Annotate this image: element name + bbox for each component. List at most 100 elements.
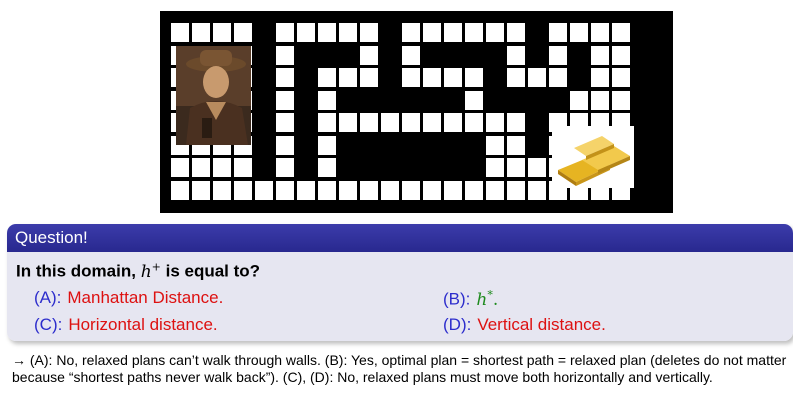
maze-cell: [612, 23, 630, 42]
maze-cell: [339, 181, 357, 200]
maze-cell: [465, 91, 483, 110]
maze-cell: [318, 113, 336, 132]
maze-cell: [276, 158, 294, 177]
maze-cell: [339, 68, 357, 87]
maze-cell: [213, 181, 231, 200]
maze-cell: [423, 113, 441, 132]
maze-cell: [465, 181, 483, 200]
answer-text: → (A): No, relaxed plans can’t walk thro…: [12, 352, 787, 385]
maze-cell: [318, 136, 336, 155]
maze-cell: [591, 46, 609, 65]
maze-cell: [402, 113, 420, 132]
maze-cell: [276, 46, 294, 65]
maze-cell: [255, 181, 273, 200]
maze-cell: [465, 113, 483, 132]
maze-cell: [549, 23, 567, 42]
maze-cell: [171, 23, 189, 42]
maze-cell: [486, 136, 504, 155]
prompt-suffix: is equal to?: [165, 261, 261, 281]
maze-cell: [276, 181, 294, 200]
maze-cell: [570, 23, 588, 42]
maze-cell: [381, 113, 399, 132]
maze-cell: [486, 158, 504, 177]
maze-cell: [612, 68, 630, 87]
maze-cell: [591, 68, 609, 87]
maze-cell: [318, 91, 336, 110]
maze-cell: [171, 158, 189, 177]
maze-cell: [507, 46, 525, 65]
question-title: Question!: [7, 224, 793, 252]
maze-cell: [444, 68, 462, 87]
maze-cell: [276, 136, 294, 155]
maze-cell: [192, 23, 210, 42]
option-c-text: Horizontal distance.: [68, 315, 218, 334]
option-d: (D): Vertical distance.: [443, 315, 606, 335]
maze-cell: [423, 181, 441, 200]
maze-cell: [402, 181, 420, 200]
option-b-label: (B):: [443, 289, 471, 309]
maze-cell: [444, 181, 462, 200]
maze-cell: [297, 23, 315, 42]
maze-cell: [423, 68, 441, 87]
explorer-character-icon: [176, 46, 251, 145]
option-a-text: Manhattan Distance.: [67, 288, 224, 307]
maze-cell: [591, 23, 609, 42]
maze-cell: [192, 181, 210, 200]
gold-bars-icon: [552, 126, 634, 188]
maze-cell: [234, 181, 252, 200]
maze-cell: [528, 181, 546, 200]
maze-cell: [318, 181, 336, 200]
maze-cell: [381, 181, 399, 200]
maze-cell: [192, 158, 210, 177]
maze-cell: [528, 68, 546, 87]
prompt-prefix: In this domain,: [16, 261, 136, 281]
maze-cell: [276, 91, 294, 110]
maze-cell: [297, 181, 315, 200]
option-b-text: h*.: [476, 288, 499, 310]
maze-cell: [612, 91, 630, 110]
maze-cell: [360, 113, 378, 132]
maze-cell: [171, 181, 189, 200]
maze-cell: [360, 181, 378, 200]
maze-cell: [549, 68, 567, 87]
option-c: (C): Horizontal distance.: [34, 315, 218, 335]
h-plus-symbol: h+: [140, 260, 161, 282]
maze-cell: [360, 46, 378, 65]
maze-cell: [423, 23, 441, 42]
maze-cell: [465, 68, 483, 87]
maze-cell: [612, 46, 630, 65]
h-symbol: h: [140, 261, 152, 282]
option-b-h: h: [476, 289, 488, 310]
maze-cell: [339, 23, 357, 42]
maze-cell: [549, 46, 567, 65]
question-prompt: In this domain, h+ is equal to?: [16, 260, 260, 282]
maze-cell: [276, 23, 294, 42]
maze-cell: [486, 23, 504, 42]
maze-cell: [507, 158, 525, 177]
maze-cell: [276, 113, 294, 132]
option-d-label: (D):: [443, 315, 472, 334]
maze-cell: [591, 91, 609, 110]
maze-cell: [360, 23, 378, 42]
maze-cell: [507, 113, 525, 132]
maze-cell: [444, 113, 462, 132]
maze-cell: [486, 113, 504, 132]
maze-cell: [234, 158, 252, 177]
maze-cell: [507, 181, 525, 200]
h-superscript: +: [151, 260, 161, 273]
maze-cell: [444, 23, 462, 42]
maze-cell: [213, 158, 231, 177]
maze-cell: [402, 23, 420, 42]
maze-cell: [360, 68, 378, 87]
question-body: In this domain, h+ is equal to? (A): Manh…: [7, 252, 793, 341]
maze-cell: [402, 46, 420, 65]
maze-cell: [318, 158, 336, 177]
option-a: (A): Manhattan Distance.: [34, 288, 223, 308]
maze-cell: [507, 68, 525, 87]
maze-cell: [486, 181, 504, 200]
question-block: Question! In this domain, h+ is equal to…: [7, 224, 793, 341]
maze-cell: [318, 23, 336, 42]
option-b: (B): h*.: [443, 288, 498, 310]
maze-cell: [528, 158, 546, 177]
option-b-period: .: [492, 289, 499, 310]
